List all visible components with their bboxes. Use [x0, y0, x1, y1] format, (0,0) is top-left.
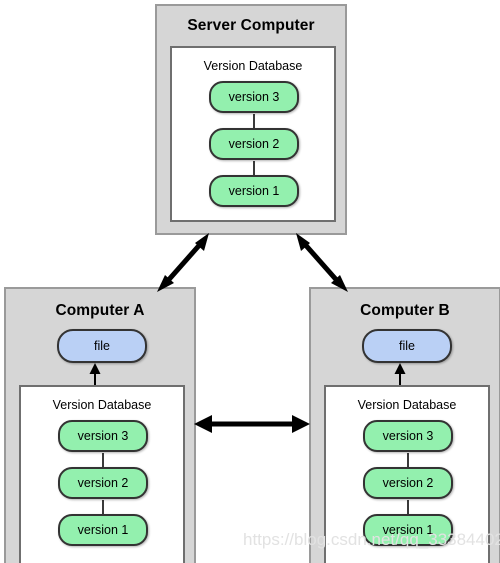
server-computer-title: Server Computer [187, 17, 315, 34]
server-computer-panel: Server Computer Version Database version… [155, 4, 347, 235]
computer-a-version-database-label: Version Database [52, 398, 152, 412]
computer-a-title: Computer A [55, 302, 145, 319]
computer-a-version-pill-1: version 1 [58, 514, 148, 546]
server-version-pill-2: version 2 [209, 128, 299, 160]
computer-a-file-pill: file [57, 329, 147, 363]
computer-b-version-connector-3-2 [407, 453, 409, 467]
server-version-connector-3-2 [253, 114, 255, 128]
server-version-pill-1: version 1 [209, 175, 299, 207]
computer-b-file-pill: file [362, 329, 452, 363]
server-to-computer-a-arrow [157, 233, 209, 292]
server-version-database-label: Version Database [203, 59, 303, 73]
computer-a-version-connector-2-1 [102, 500, 104, 514]
computer-a-version-pill-3: version 3 [58, 420, 148, 452]
computer-a-version-connector-3-2 [102, 453, 104, 467]
computer-a-panel: Computer A file Version Database version… [4, 287, 196, 563]
server-version-database-panel: Version Database version 3 version 2 ver… [170, 46, 336, 222]
computer-b-title: Computer B [360, 302, 450, 319]
computer-b-version-connector-2-1 [407, 500, 409, 514]
computer-a-to-computer-b-arrow [194, 415, 310, 433]
computer-b-panel: Computer B file Version Database version… [309, 287, 500, 563]
diagram-canvas: Server Computer Version Database version… [0, 0, 500, 563]
computer-b-version-pill-3: version 3 [363, 420, 453, 452]
server-version-pill-3: version 3 [209, 81, 299, 113]
server-to-computer-b-arrow [296, 233, 348, 292]
computer-b-version-database-label: Version Database [357, 398, 457, 412]
server-version-connector-2-1 [253, 161, 255, 175]
computer-a-version-database-panel: Version Database version 3 version 2 ver… [19, 385, 185, 563]
watermark-text: https://blog.csdn.net/qq_33384402 [243, 530, 500, 549]
computer-a-version-pill-2: version 2 [58, 467, 148, 499]
computer-b-version-pill-2: version 2 [363, 467, 453, 499]
